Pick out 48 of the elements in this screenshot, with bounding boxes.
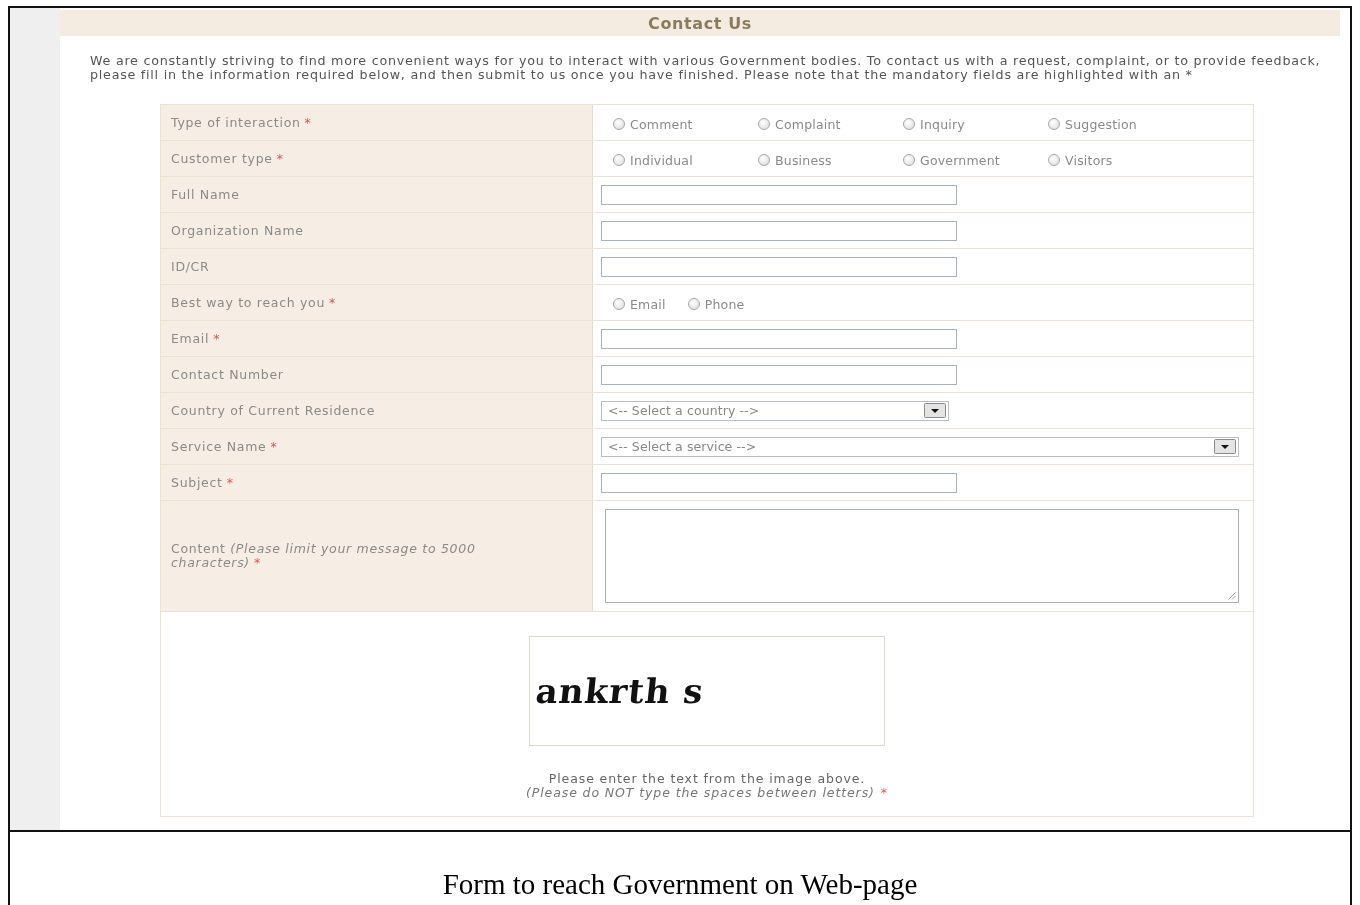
field-label: Organization Name xyxy=(171,223,304,238)
radio-button[interactable] xyxy=(1048,154,1060,166)
radio-button[interactable] xyxy=(687,298,700,310)
dropdown-field[interactable]: <-- Select a service --> xyxy=(601,436,1239,457)
figure-caption: Form to reach Government on Web-page xyxy=(442,868,918,901)
field-label: Subject * xyxy=(171,475,234,490)
field-label: Type of interaction * xyxy=(171,115,312,130)
field-label: Best way to reach you * xyxy=(171,295,337,310)
field-label: Contact Number xyxy=(171,367,284,382)
radio-label[interactable]: Complaint xyxy=(775,116,841,132)
radio-label[interactable]: Visitors xyxy=(1065,152,1113,168)
radio-label[interactable]: Phone xyxy=(704,296,745,312)
page-title: Contact Us xyxy=(648,13,752,33)
field-label: Email * xyxy=(171,331,221,346)
radio-label[interactable]: Individual xyxy=(630,152,693,168)
radio-button[interactable] xyxy=(903,154,915,166)
text-field[interactable] xyxy=(601,364,957,385)
intro-paragraph: We are constantly striving to find more convenient ways for you to interact with various Government bodies. To contact us with a request, complaint, or to provide feedback, please fill in the information required below, and then submit to us once you have finished. Please note that the mandatory fields are highlighted with an * xyxy=(90,54,1322,82)
field-label: Service Name * xyxy=(171,439,278,454)
radio-button[interactable] xyxy=(758,154,770,166)
message-textarea[interactable] xyxy=(605,509,1239,603)
text-field[interactable] xyxy=(601,328,957,349)
field-label: Customer type * xyxy=(171,151,284,166)
field-label: Full Name xyxy=(171,187,240,202)
radio-button[interactable] xyxy=(1048,118,1060,130)
field-label: Country of Current Residence xyxy=(171,403,376,418)
text-field[interactable] xyxy=(601,184,957,205)
captcha-image: ankrth s xyxy=(529,636,885,746)
text-field[interactable] xyxy=(601,220,957,241)
field-label: ID/CR xyxy=(171,259,210,274)
captcha-hint: Please enter the text from the image above. xyxy=(548,772,866,786)
radio-button[interactable] xyxy=(613,154,625,166)
resize-grip-icon[interactable] xyxy=(1227,591,1236,600)
text-field[interactable] xyxy=(601,472,957,493)
radio-button[interactable] xyxy=(613,118,625,130)
captcha-note: (Please do NOT type the spaces between letters) * xyxy=(526,786,888,800)
text-field[interactable] xyxy=(601,256,957,277)
field-label: Content (Please limit your message to 5000 characters) * xyxy=(171,542,477,570)
radio-button[interactable] xyxy=(903,118,915,130)
radio-label[interactable]: Business xyxy=(775,152,832,168)
radio-label[interactable]: Suggestion xyxy=(1065,116,1137,132)
radio-label[interactable]: Inquiry xyxy=(920,116,965,132)
radio-button[interactable] xyxy=(758,118,770,130)
radio-button[interactable] xyxy=(613,298,625,310)
radio-label[interactable]: Email xyxy=(630,296,666,312)
dropdown-field[interactable]: <-- Select a country --> xyxy=(601,400,949,421)
radio-label[interactable]: Comment xyxy=(630,116,693,132)
radio-label[interactable]: Government xyxy=(920,152,1000,168)
